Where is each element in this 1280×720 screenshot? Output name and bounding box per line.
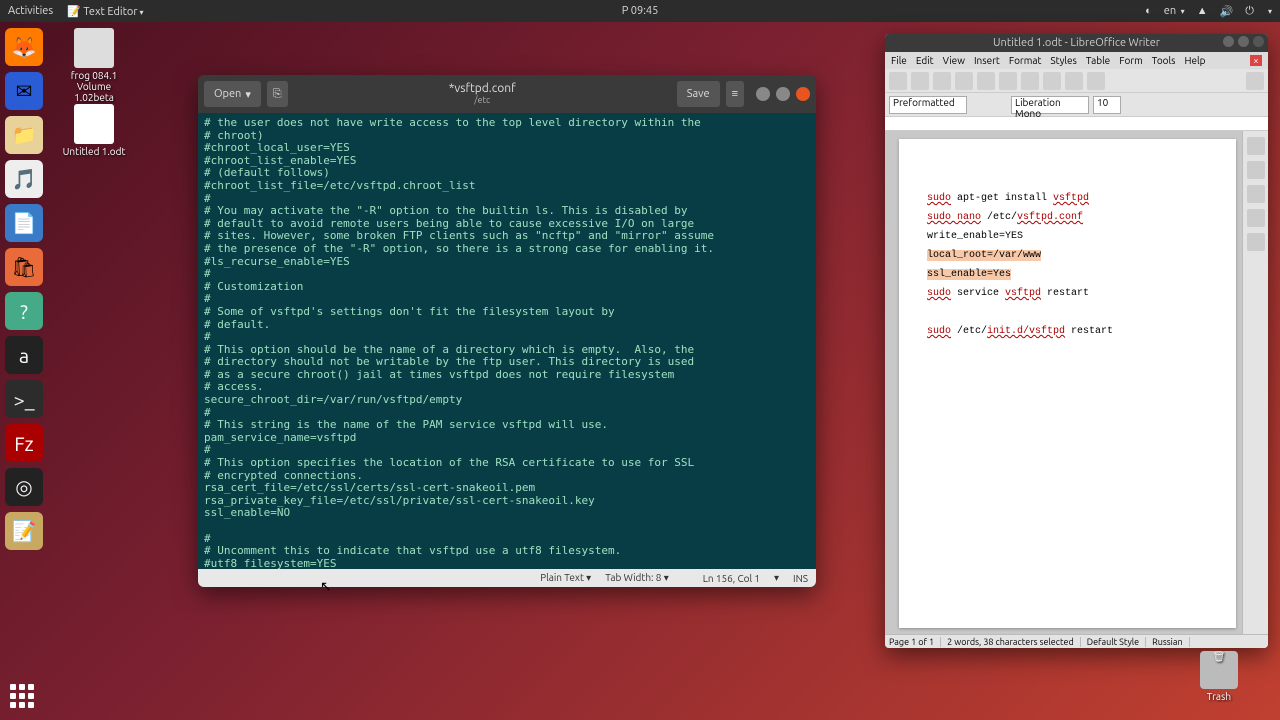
terminal-icon[interactable]: >_ — [5, 380, 43, 418]
cursor-menu[interactable]: ▾ — [774, 572, 779, 584]
menu-format[interactable]: Format — [1009, 55, 1042, 66]
close-button[interactable] — [796, 87, 810, 101]
lo-toolbar — [885, 69, 1268, 93]
cursor-position[interactable]: Ln 156, Col 1 — [703, 573, 760, 584]
app-menu-label: Text Editor — [83, 6, 137, 18]
sidebar-navigator-icon[interactable] — [1247, 233, 1265, 251]
language[interactable]: Russian — [1152, 637, 1190, 647]
trash-icon[interactable]: 🗑 Trash — [1200, 651, 1238, 702]
cut-icon[interactable] — [999, 72, 1017, 90]
menu-tools[interactable]: Tools — [1152, 55, 1176, 66]
new-style-icon[interactable] — [991, 97, 1007, 113]
editor-content[interactable]: # the user does not have write access to… — [198, 113, 816, 569]
lo-titlebar: Untitled 1.odt - LibreOffice Writer — [885, 34, 1268, 52]
sidebar-gallery-icon[interactable] — [1247, 209, 1265, 227]
word-count[interactable]: 2 words, 38 characters selected — [947, 637, 1081, 647]
libreoffice-window: Untitled 1.odt - LibreOffice Writer File… — [885, 34, 1268, 648]
close-doc-button[interactable]: × — [1250, 55, 1262, 66]
undo-icon[interactable] — [1065, 72, 1083, 90]
paste-icon[interactable] — [1043, 72, 1061, 90]
software-icon[interactable]: 🛍 — [5, 248, 43, 286]
menu-table[interactable]: Table — [1086, 55, 1110, 66]
lo-sidebar — [1242, 131, 1268, 634]
font-name-selector[interactable]: Liberation Mono — [1011, 96, 1089, 114]
paragraph-style-selector[interactable]: Preformatted — [889, 96, 967, 114]
lo-format-toolbar: Preformatted Liberation Mono 10 — [885, 93, 1268, 117]
sidebar-page-icon[interactable] — [1247, 161, 1265, 179]
menu-form[interactable]: Form — [1119, 55, 1143, 66]
amazon-icon[interactable]: a — [5, 336, 43, 374]
page-style[interactable]: Default Style — [1087, 637, 1146, 647]
clock[interactable]: P 09:45 — [622, 5, 659, 17]
network-icon[interactable]: ▲ — [1197, 5, 1208, 17]
thunderbird-icon[interactable]: ✉ — [5, 72, 43, 110]
new-icon[interactable] — [889, 72, 907, 90]
document-page[interactable]: sudo apt-get install vsftpd sudo nano /e… — [899, 139, 1236, 628]
system-menu-arrow[interactable]: ▾ — [1268, 7, 1272, 16]
power-icon[interactable]: ⏻ — [1245, 5, 1254, 18]
top-panel: Activities 📝 Text Editor▾ P 09:45 ◐ en ▾… — [0, 0, 1280, 22]
help-icon[interactable]: ? — [5, 292, 43, 330]
usb-drive-icon[interactable]: frog 084.1 Volume 1.02beta — [60, 28, 128, 103]
app-menu[interactable]: 📝 Text Editor▾ — [67, 5, 143, 18]
horizontal-ruler[interactable] — [885, 117, 1268, 131]
ubuntu-icon[interactable]: ◐ — [1145, 5, 1152, 17]
open-button[interactable]: Open▾ — [204, 81, 261, 107]
menu-edit[interactable]: Edit — [916, 55, 934, 66]
bold-icon[interactable] — [1125, 97, 1141, 113]
update-style-icon[interactable] — [971, 97, 987, 113]
volume-icon[interactable]: 🔊 — [1220, 5, 1234, 18]
export-icon[interactable] — [955, 72, 973, 90]
lo-menubar: File Edit View Insert Format Styles Tabl… — [885, 52, 1268, 69]
menu-view[interactable]: View — [943, 55, 965, 66]
menu-help[interactable]: Help — [1185, 55, 1206, 66]
insert-mode[interactable]: INS — [793, 573, 808, 584]
writer-icon[interactable]: 📄 — [5, 204, 43, 242]
lo-statusbar: Page 1 of 1 2 words, 38 characters selec… — [885, 634, 1268, 648]
lo-close-button[interactable] — [1253, 36, 1264, 47]
firefox-icon[interactable]: 🦊 — [5, 28, 43, 66]
save-button[interactable]: Save — [677, 81, 720, 107]
sidebar-styles-icon[interactable] — [1247, 185, 1265, 203]
gedit-icon[interactable]: 📝 — [5, 512, 43, 550]
page-count[interactable]: Page 1 of 1 — [889, 637, 941, 647]
gedit-titlebar: Open▾ ⎘ *vsftpd.conf /etc Save ≡ — [198, 75, 816, 113]
gedit-title: *vsftpd.conf /etc — [294, 82, 671, 105]
gedit-statusbar: Plain Text ▾ Tab Width: 8 ▾ Ln 156, Col … — [198, 569, 816, 587]
open-icon[interactable] — [911, 72, 929, 90]
minimize-button[interactable] — [756, 87, 770, 101]
gedit-window: Open▾ ⎘ *vsftpd.conf /etc Save ≡ # the u… — [198, 75, 816, 587]
rhythmbox-icon[interactable]: 🎵 — [5, 160, 43, 198]
syntax-selector[interactable]: Plain Text ▾ — [540, 572, 591, 584]
underline-icon[interactable] — [1165, 97, 1181, 113]
obs-icon[interactable]: ◎ — [5, 468, 43, 506]
document-icon[interactable]: Untitled 1.odt — [60, 104, 128, 157]
font-size-selector[interactable]: 10 — [1093, 96, 1121, 114]
lo-minimize-button[interactable] — [1223, 36, 1234, 47]
lo-maximize-button[interactable] — [1238, 36, 1249, 47]
menu-insert[interactable]: Insert — [974, 55, 1000, 66]
new-tab-button[interactable]: ⎘ — [267, 81, 288, 107]
maximize-button[interactable] — [776, 87, 790, 101]
italic-icon[interactable] — [1145, 97, 1161, 113]
menu-file[interactable]: File — [891, 55, 907, 66]
copy-icon[interactable] — [1021, 72, 1039, 90]
sidebar-properties-icon[interactable] — [1247, 137, 1265, 155]
selected-text: local_root=/var/www — [927, 250, 1041, 261]
menu-button[interactable]: ≡ — [726, 81, 744, 107]
files-icon[interactable]: 📁 — [5, 116, 43, 154]
lo-workspace: sudo apt-get install vsftpd sudo nano /e… — [885, 131, 1268, 634]
menu-styles[interactable]: Styles — [1050, 55, 1076, 66]
selected-text: ssl_enable=Yes — [927, 269, 1011, 280]
save-icon[interactable] — [933, 72, 951, 90]
dock: 🦊 ✉ 📁 🎵 📄 🛍 ? a >_ Fz ◎ 📝 — [0, 22, 48, 720]
filezilla-icon[interactable]: Fz — [5, 424, 43, 462]
print-icon[interactable] — [977, 72, 995, 90]
redo-icon[interactable] — [1087, 72, 1105, 90]
activities-button[interactable]: Activities — [8, 5, 53, 18]
language-indicator[interactable]: en ▾ — [1164, 5, 1185, 17]
find-icon[interactable] — [1246, 72, 1264, 90]
tabwidth-selector[interactable]: Tab Width: 8 ▾ — [605, 572, 669, 584]
